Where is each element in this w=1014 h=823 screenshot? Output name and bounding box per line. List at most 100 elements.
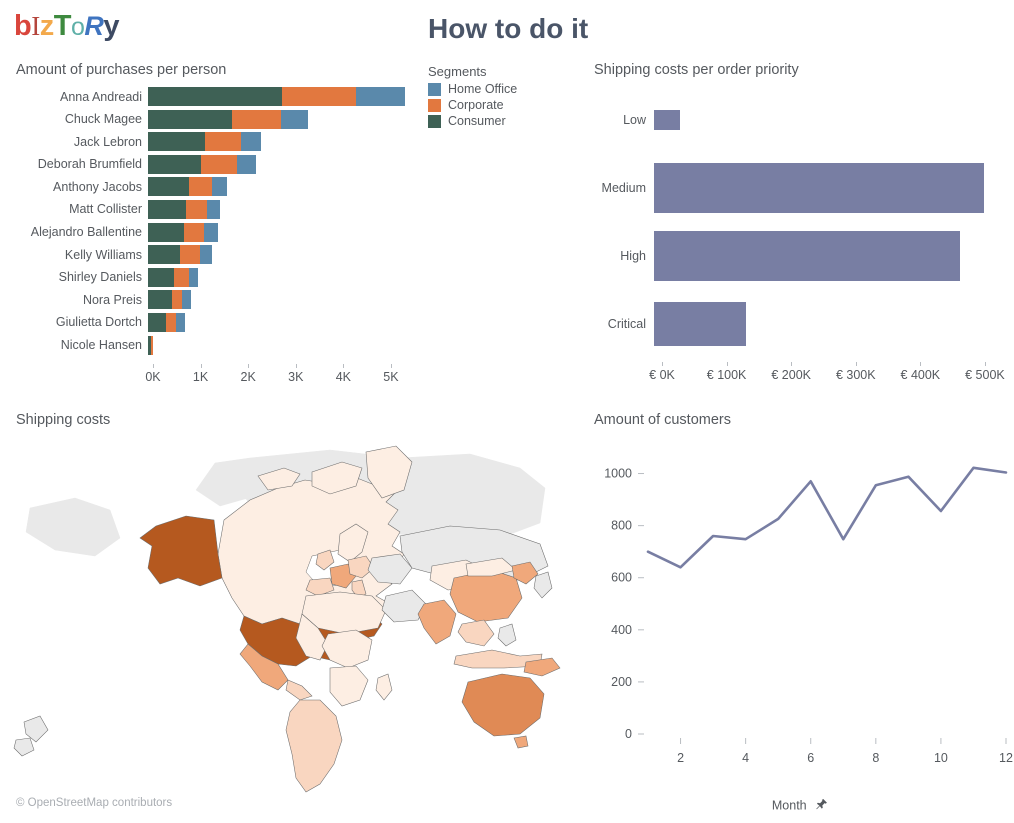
purchases-segment-corporate[interactable] — [231, 109, 281, 129]
priority-bar-row[interactable]: Low — [586, 86, 1014, 154]
purchases-segment-consumer[interactable] — [148, 267, 174, 287]
biztory-logo: bIzToRy — [14, 12, 119, 41]
customers-x-tick-label: 6 — [807, 751, 814, 765]
purchases-bar-label: Deborah Brumfield — [37, 157, 142, 172]
legend-item-home-office[interactable]: Home Office — [428, 82, 558, 96]
purchases-segment-consumer[interactable] — [148, 199, 186, 219]
purchases-x-tick-label: 4K — [335, 370, 352, 384]
purchases-chart-title: Amount of purchases per person — [16, 62, 227, 78]
purchases-segment-home-office[interactable] — [281, 109, 308, 129]
purchases-segment-consumer[interactable] — [148, 245, 181, 265]
legend-title: Segments — [428, 64, 487, 79]
purchases-bar-row[interactable]: Jack Lebron — [0, 132, 410, 152]
purchases-segment-home-office[interactable] — [176, 312, 186, 332]
purchases-x-tick-label: 2K — [240, 370, 256, 384]
customers-line-chart[interactable]: 0 200 400 600 800 1000 2 4 6 8 10 12 — [586, 434, 1014, 789]
purchases-bar-row[interactable]: Alejandro Ballentine — [0, 222, 410, 242]
purchases-segment-corporate[interactable] — [188, 177, 213, 197]
dashboard-title: How to do it — [428, 13, 589, 44]
priority-x-tick — [984, 362, 986, 366]
purchases-segment-home-office[interactable] — [199, 245, 212, 265]
purchases-segment-corporate[interactable] — [180, 245, 200, 265]
map-region-alaska — [139, 515, 223, 587]
customers-x-axis: 2 4 6 8 10 12 — [677, 738, 1013, 765]
purchases-bar-label: Anna Andreadi — [59, 89, 142, 104]
purchases-segment-corporate[interactable] — [171, 290, 182, 310]
world-choropleth-map[interactable] — [0, 428, 570, 803]
purchases-segment-corporate[interactable] — [205, 132, 241, 152]
purchases-bar-row[interactable]: Matt Collister — [0, 199, 410, 219]
purchases-bar-rows: Anna Andreadi Chuck Magee Jack Lebron Debor… — [0, 87, 410, 358]
map-region-central-america — [285, 679, 313, 701]
purchases-segment-consumer[interactable] — [148, 132, 206, 152]
purchases-bar-row[interactable]: Giulietta Dortch — [0, 312, 410, 332]
legend-item-label: Corporate — [448, 98, 504, 112]
purchases-segment-corporate[interactable] — [281, 87, 357, 106]
priority-bar-rows: Low Medium High Critical — [586, 86, 1014, 358]
purchases-segment-home-office[interactable] — [212, 177, 227, 197]
priority-bar[interactable] — [654, 162, 985, 214]
purchases-bar-track — [148, 132, 410, 152]
priority-bar-track — [654, 290, 1014, 358]
purchases-segment-consumer[interactable] — [148, 222, 185, 242]
priority-bar-row[interactable]: High — [586, 222, 1014, 290]
purchases-bar-row[interactable]: Shirley Daniels — [0, 267, 410, 287]
purchases-x-tick — [295, 364, 297, 368]
customers-y-tick-label: 1000 — [604, 467, 632, 481]
purchases-bar-label: Nora Preis — [82, 292, 142, 307]
purchases-bar-row[interactable]: Deborah Brumfield — [0, 154, 410, 174]
purchases-segment-home-office[interactable] — [240, 132, 261, 152]
priority-x-tick-label: € 400K — [900, 368, 941, 382]
logo-letter-r: R — [84, 11, 104, 41]
customers-x-tick-label: 12 — [999, 751, 1013, 765]
customers-y-tick-label: 0 — [625, 727, 632, 741]
priority-bar[interactable] — [654, 110, 681, 130]
priority-bar-row[interactable]: Medium — [586, 154, 1014, 222]
purchases-bar-row[interactable]: Anthony Jacobs — [0, 177, 410, 197]
priority-bar-label: High — [620, 249, 646, 263]
priority-x-axis: € 0K € 100K € 200K € 300K € 400K € 500K — [649, 362, 1005, 386]
purchases-segment-corporate[interactable] — [201, 154, 238, 174]
priority-bar[interactable] — [654, 230, 961, 282]
purchases-bar-label: Kelly Williams — [64, 247, 142, 262]
purchases-segment-consumer[interactable] — [148, 87, 282, 106]
priority-chart-title: Shipping costs per order priority — [594, 62, 799, 78]
priority-bar[interactable] — [654, 301, 746, 347]
legend-swatch-icon — [428, 82, 441, 96]
purchases-bar-row[interactable]: Nicole Hansen — [0, 335, 410, 355]
purchases-segment-home-office[interactable] — [203, 222, 219, 242]
purchases-segment-corporate[interactable] — [166, 312, 177, 332]
purchases-segment-corporate[interactable] — [173, 267, 190, 287]
purchases-bar-track — [148, 154, 410, 174]
purchases-segment-home-office[interactable] — [182, 290, 191, 310]
purchases-segment-consumer[interactable] — [148, 290, 172, 310]
purchases-bar-label: Nicole Hansen — [60, 338, 142, 353]
pin-icon[interactable] — [815, 798, 828, 814]
priority-x-tick — [920, 362, 922, 366]
purchases-segment-corporate[interactable] — [151, 335, 154, 355]
purchases-bar-label: Chuck Magee — [64, 112, 142, 127]
purchases-bar-row[interactable]: Anna Andreadi — [0, 87, 410, 106]
purchases-segment-home-office[interactable] — [207, 199, 221, 219]
purchases-segment-consumer[interactable] — [148, 109, 232, 129]
shipping-map-panel: Shipping costs © OpenStreetMap contribut… — [0, 412, 570, 823]
purchases-segment-home-office[interactable] — [237, 154, 257, 174]
purchases-bar-row[interactable]: Nora Preis — [0, 290, 410, 310]
purchases-segment-home-office[interactable] — [356, 87, 405, 106]
purchases-bar-track — [148, 87, 410, 106]
legend-item-consumer[interactable]: Consumer — [428, 114, 558, 128]
purchases-bar-row[interactable]: Kelly Williams — [0, 245, 410, 265]
map-region-madagascar — [375, 673, 393, 701]
legend-item-label: Consumer — [448, 114, 506, 128]
purchases-bar-row[interactable]: Chuck Magee — [0, 109, 410, 129]
priority-bar-row[interactable]: Critical — [586, 290, 1014, 358]
purchases-segment-corporate[interactable] — [185, 199, 208, 219]
priority-chart-panel: Shipping costs per order priority Low Med… — [586, 62, 1014, 398]
purchases-segment-corporate[interactable] — [184, 222, 204, 242]
purchases-segment-consumer[interactable] — [148, 177, 189, 197]
purchases-segment-consumer[interactable] — [148, 312, 167, 332]
purchases-segment-consumer[interactable] — [148, 154, 202, 174]
legend-item-corporate[interactable]: Corporate — [428, 98, 558, 112]
logo-letter-t: T — [53, 10, 72, 42]
purchases-segment-home-office[interactable] — [189, 267, 198, 287]
